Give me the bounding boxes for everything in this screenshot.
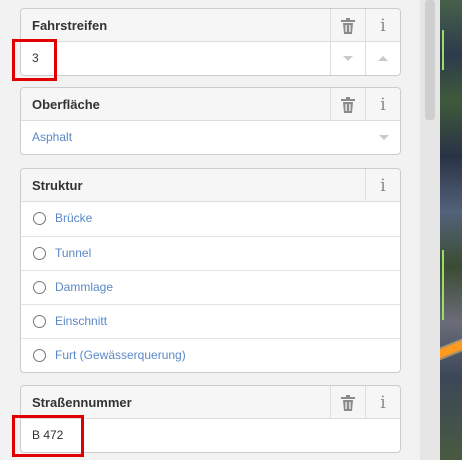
radio-label: Dammlage: [55, 280, 114, 294]
trash-icon: [341, 394, 355, 411]
radio-label: Brücke: [55, 211, 93, 225]
radio-button[interactable]: [33, 281, 46, 294]
scrollbar[interactable]: [420, 0, 440, 460]
oberflaeche-select[interactable]: Asphalt: [21, 121, 400, 154]
radio-label: Einschnitt: [55, 314, 108, 328]
oberflaeche-value: Asphalt: [32, 130, 73, 144]
map-road-edge: [442, 30, 444, 70]
radio-label: Tunnel: [55, 246, 92, 260]
field-label-strassennummer: Straßennummer: [32, 395, 132, 410]
increment-button[interactable]: [365, 42, 400, 75]
field-fahrstreifen: Fahrstreifen i 3: [20, 8, 401, 76]
scrollbar-thumb[interactable]: [425, 0, 435, 120]
field-header: Struktur i: [21, 169, 400, 202]
info-oberflaeche-button[interactable]: i: [365, 88, 400, 121]
radio-label: Furt (Gewässerquerung): [55, 348, 186, 362]
radio-option-dammlage[interactable]: Dammlage: [21, 270, 400, 304]
info-icon: i: [380, 175, 386, 196]
info-icon: i: [380, 15, 386, 36]
radio-button[interactable]: [33, 349, 46, 362]
radio-button[interactable]: [33, 247, 46, 260]
triangle-down-icon: [343, 56, 353, 61]
map-view[interactable]: [440, 0, 462, 460]
map-road-segment: [440, 337, 462, 361]
field-label-fahrstreifen: Fahrstreifen: [32, 18, 108, 33]
info-icon: i: [380, 94, 386, 115]
field-editor-panel: Fahrstreifen i 3 Oberfläche i Asphalt St…: [0, 0, 420, 460]
field-oberflaeche: Oberfläche i Asphalt: [20, 87, 401, 155]
highlight-box-fahrstreifen: [12, 39, 57, 81]
radio-option-bruecke[interactable]: Brücke: [21, 202, 400, 236]
field-struktur: Struktur i Brücke Tunnel Dammlage Einsch…: [20, 168, 401, 373]
radio-option-einschnitt[interactable]: Einschnitt: [21, 304, 400, 338]
info-fahrstreifen-button[interactable]: i: [365, 9, 400, 42]
info-struktur-button[interactable]: i: [365, 169, 400, 202]
field-label-oberflaeche: Oberfläche: [32, 97, 100, 112]
chevron-down-icon: [379, 135, 389, 140]
delete-strassennummer-button[interactable]: [330, 386, 365, 419]
fahrstreifen-input[interactable]: 3: [21, 42, 400, 75]
trash-icon: [341, 17, 355, 34]
info-strassennummer-button[interactable]: i: [365, 386, 400, 419]
info-icon: i: [380, 392, 386, 413]
field-header: Oberfläche i: [21, 88, 400, 121]
struktur-radio-group: Brücke Tunnel Dammlage Einschnitt Furt (…: [21, 202, 400, 372]
field-header: Fahrstreifen i: [21, 9, 400, 42]
delete-oberflaeche-button[interactable]: [330, 88, 365, 121]
radio-option-furt[interactable]: Furt (Gewässerquerung): [21, 338, 400, 372]
highlight-box-strassennummer: [12, 415, 84, 457]
trash-icon: [341, 96, 355, 113]
map-road-edge: [442, 250, 444, 320]
triangle-up-icon: [378, 56, 388, 61]
delete-fahrstreifen-button[interactable]: [330, 9, 365, 42]
radio-button[interactable]: [33, 212, 46, 225]
field-label-struktur: Struktur: [32, 178, 83, 193]
radio-button[interactable]: [33, 315, 46, 328]
decrement-button[interactable]: [330, 42, 365, 75]
radio-option-tunnel[interactable]: Tunnel: [21, 236, 400, 270]
